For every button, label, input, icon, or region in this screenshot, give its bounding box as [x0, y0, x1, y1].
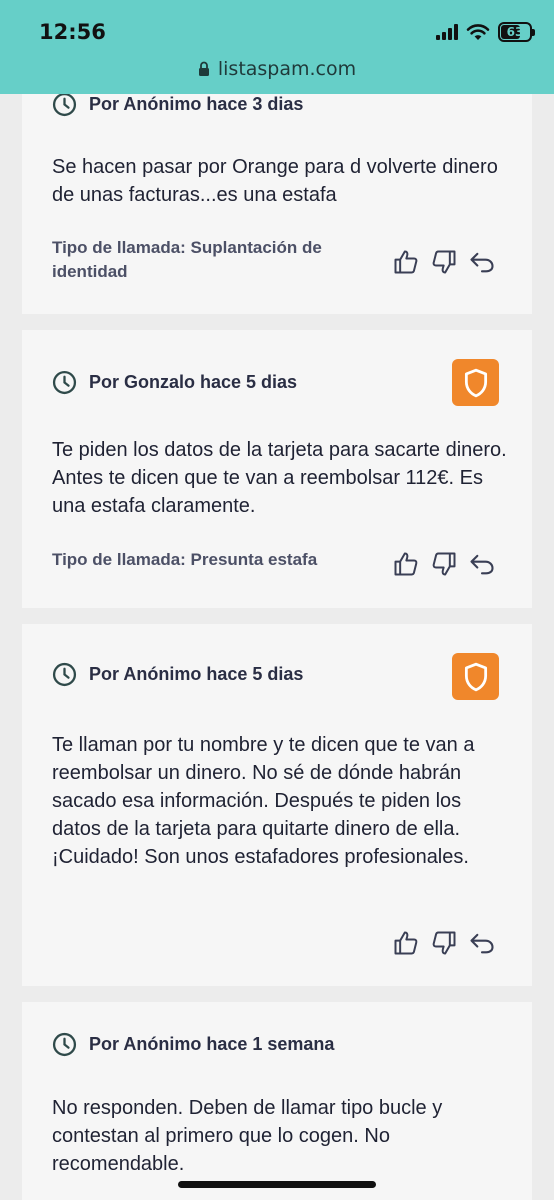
- comment-author: Por Gonzalo hace 5 dias: [89, 372, 298, 392]
- comment-card: Por Anónimo hace 3 dias Se hacen pasar p…: [22, 70, 532, 314]
- status-time: 12:56: [39, 20, 106, 44]
- clock-icon: [52, 370, 77, 395]
- browser-top-bar: 12:56 63 listaspam.com: [0, 0, 554, 94]
- clock-icon: [52, 92, 77, 117]
- lock-icon: [198, 61, 209, 76]
- home-indicator: [178, 1181, 376, 1188]
- battery-icon: 63: [498, 22, 535, 42]
- thumbs-up-icon[interactable]: [392, 248, 420, 276]
- shield-badge: [452, 359, 499, 406]
- thumbs-down-icon[interactable]: [430, 929, 458, 957]
- comment-card: Por Anónimo hace 5 dias Te llaman por tu…: [22, 624, 532, 986]
- thumbs-down-icon[interactable]: [430, 550, 458, 578]
- comment-actions: [392, 550, 496, 578]
- comment-author: Por Anónimo hace 3 dias: [89, 94, 304, 114]
- comment-meta: Por Anónimo hace 1 semana: [52, 1032, 334, 1057]
- comment-text: Te piden los datos de la tarjeta para sa…: [52, 439, 507, 517]
- reply-icon[interactable]: [468, 929, 496, 957]
- comment-meta: Por Gonzalo hace 5 dias: [52, 370, 297, 395]
- battery-level: 63: [506, 25, 524, 39]
- comment-card: Por Gonzalo hace 5 dias Te piden los dat…: [22, 330, 532, 608]
- reply-icon[interactable]: [468, 248, 496, 276]
- comment-text: No responden. Deben de llamar tipo bucle…: [52, 1097, 443, 1175]
- status-icons: 63: [436, 22, 535, 42]
- comment-meta: Por Anónimo hace 3 dias: [52, 92, 303, 117]
- comment-author: Por Anónimo hace 1 semana: [89, 1034, 335, 1054]
- comment-meta: Por Anónimo hace 5 dias: [52, 662, 303, 687]
- wifi-icon: [466, 24, 490, 40]
- clock-icon: [52, 662, 77, 687]
- comment-actions: [392, 248, 496, 276]
- comment-card: Por Anónimo hace 1 semana No responden. …: [22, 1002, 532, 1200]
- clock-icon: [52, 1032, 77, 1057]
- thumbs-up-icon[interactable]: [392, 550, 420, 578]
- thumbs-up-icon[interactable]: [392, 929, 420, 957]
- shield-icon: [464, 368, 487, 397]
- comment-actions: [392, 929, 496, 957]
- call-type: Tipo de llamada: Suplantación de identid…: [52, 238, 322, 281]
- signal-icon: [436, 24, 458, 40]
- comment-text: Te llaman por tu nombre y te dicen que t…: [52, 734, 475, 868]
- shield-icon: [464, 662, 487, 691]
- shield-badge: [452, 653, 499, 700]
- address-bar[interactable]: listaspam.com: [0, 58, 554, 80]
- comment-text: Se hacen pasar por Orange para d volvert…: [52, 156, 498, 206]
- thumbs-down-icon[interactable]: [430, 248, 458, 276]
- call-type: Tipo de llamada: Presunta estafa: [52, 550, 318, 569]
- comment-author: Por Anónimo hace 5 dias: [89, 664, 304, 684]
- url-text: listaspam.com: [217, 58, 357, 80]
- reply-icon[interactable]: [468, 550, 496, 578]
